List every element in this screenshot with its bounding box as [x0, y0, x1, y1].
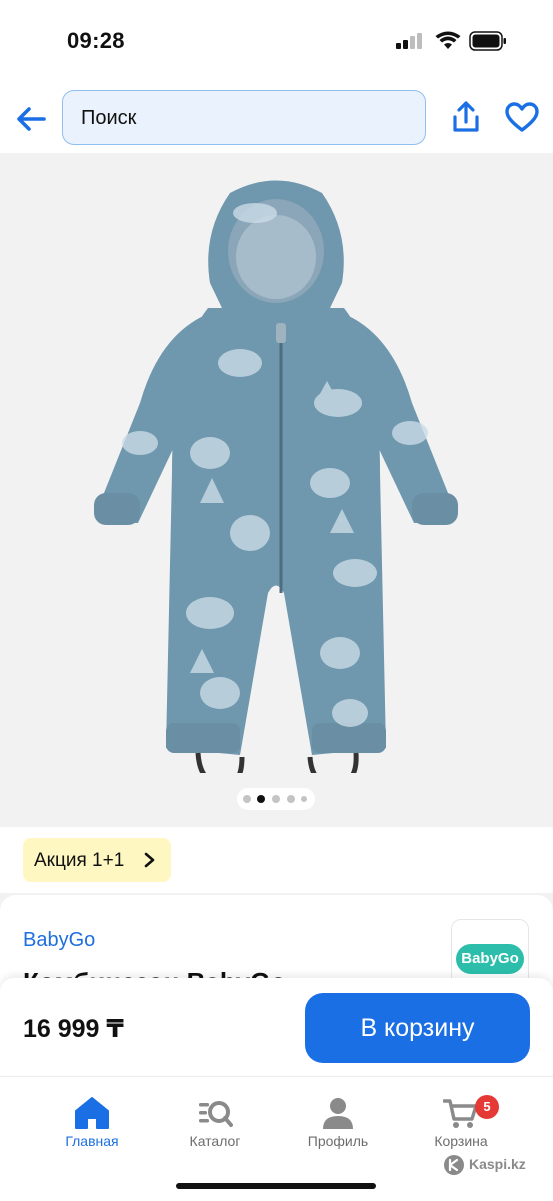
home-indicator[interactable]	[176, 1183, 376, 1189]
gallery-dot[interactable]	[243, 795, 251, 803]
buy-bar: 16 999 ₸ В корзину	[0, 978, 553, 1076]
brand-logo-text: BabyGo	[456, 944, 524, 974]
battery-icon	[469, 31, 506, 51]
tab-label: Корзина	[434, 1133, 488, 1149]
wifi-icon	[435, 31, 461, 49]
bottom-tab-bar: Главная Каталог Профиль 5 Корзина Kaspi.…	[0, 1076, 553, 1201]
tab-home[interactable]: Главная	[42, 1091, 142, 1153]
tab-catalog[interactable]: Каталог	[165, 1091, 265, 1153]
watermark: Kaspi.kz	[469, 1156, 526, 1172]
gallery-dot[interactable]	[272, 795, 280, 803]
add-to-cart-button[interactable]: В корзину	[305, 993, 530, 1063]
tab-profile[interactable]: Профиль	[288, 1091, 388, 1153]
gallery-pagination[interactable]	[237, 788, 315, 810]
brand-link[interactable]: BabyGo	[23, 929, 95, 952]
promo-label: Акция 1+1	[34, 850, 125, 871]
cart-count-badge: 5	[475, 1095, 499, 1119]
product-image-jumpsuit	[94, 180, 458, 773]
tab-label: Каталог	[189, 1133, 241, 1149]
heart-icon[interactable]	[505, 102, 539, 134]
tab-cart[interactable]: 5 Корзина	[411, 1091, 511, 1153]
gallery-dot[interactable]	[287, 795, 295, 803]
cart-icon	[443, 1099, 478, 1128]
profile-icon	[323, 1098, 353, 1129]
gallery-dot-active[interactable]	[257, 795, 265, 803]
tab-label: Главная	[65, 1133, 119, 1149]
share-icon[interactable]	[450, 100, 482, 134]
cellular-signal-icon	[396, 33, 422, 49]
gallery-dot[interactable]	[301, 796, 307, 802]
product-image-gallery[interactable]	[0, 153, 553, 827]
chevron-right-icon	[144, 852, 155, 868]
tab-label: Профиль	[307, 1133, 369, 1149]
status-time: 09:28	[67, 28, 125, 53]
search-input[interactable]: Поиск	[62, 90, 426, 145]
promo-chip[interactable]: Акция 1+1	[23, 838, 171, 882]
product-price: 16 999 ₸	[23, 1015, 124, 1043]
back-arrow-icon[interactable]	[14, 102, 48, 136]
home-icon	[75, 1097, 109, 1129]
search-placeholder: Поиск	[81, 107, 137, 129]
kaspi-logo-icon	[444, 1155, 464, 1175]
catalog-search-icon	[199, 1101, 233, 1127]
promo-section: Акция 1+1	[0, 827, 553, 893]
